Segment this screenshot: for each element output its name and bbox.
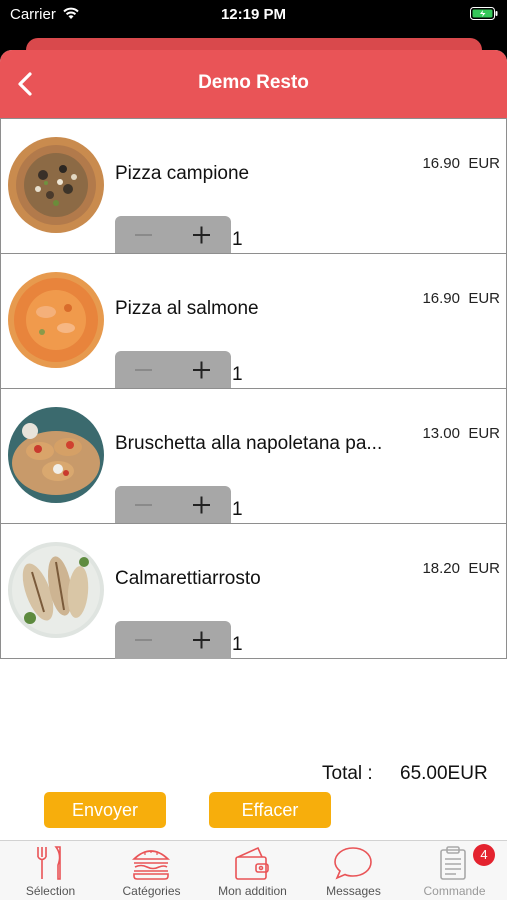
item-quantity: 1	[232, 499, 243, 520]
send-button[interactable]: Envoyer	[44, 792, 166, 828]
status-bar: Carrier 12:19 PM	[0, 0, 507, 30]
page-title: Demo Resto	[198, 72, 309, 93]
dish-photo	[8, 137, 104, 233]
dish-photo	[8, 272, 104, 368]
clipboard-icon	[440, 846, 466, 880]
order-item: Calmarettiarrosto 18.20 EUR 1	[0, 523, 507, 659]
tab-label: Commande	[423, 884, 486, 898]
plus-button[interactable]	[173, 351, 231, 389]
minus-button[interactable]	[115, 351, 173, 389]
order-item: Pizza al salmone 16.90 EUR 1	[0, 253, 507, 389]
item-price: 13.00 EUR	[422, 425, 500, 442]
tab-label: Sélection	[25, 884, 76, 898]
quantity-stepper	[115, 216, 231, 254]
tab-selection[interactable]: Sélection	[0, 841, 101, 900]
plus-button[interactable]	[173, 216, 231, 254]
total-value: 65.00EUR	[400, 763, 488, 784]
clear-button[interactable]: Effacer	[209, 792, 331, 828]
chat-bubble-icon	[334, 847, 372, 880]
item-price: 16.90 EUR	[422, 155, 500, 172]
minus-button[interactable]	[115, 486, 173, 524]
total-label: Total :	[322, 763, 373, 784]
tab-categories[interactable]: Catégories	[101, 841, 202, 900]
burger-icon	[131, 850, 171, 880]
plus-button[interactable]	[173, 486, 231, 524]
item-quantity: 1	[232, 634, 243, 655]
navbar: Demo Resto	[0, 50, 507, 118]
quantity-stepper	[115, 351, 231, 389]
battery-icon	[470, 7, 498, 20]
tab-bar: Sélection Catégories Mon addition Messag…	[0, 840, 507, 900]
order-item: Bruschetta alla napoletana pa... 13.00 E…	[0, 388, 507, 524]
item-name: Pizza campione	[115, 163, 250, 184]
item-quantity: 1	[232, 364, 243, 385]
dish-photo	[8, 407, 104, 503]
fork-knife-icon	[37, 846, 61, 880]
order-count-badge: 4	[473, 844, 495, 866]
item-price: 18.20 EUR	[422, 560, 500, 577]
quantity-stepper	[115, 486, 231, 524]
status-time: 12:19 PM	[220, 6, 287, 23]
tab-label: Messages	[326, 884, 381, 898]
item-price: 16.90 EUR	[422, 290, 500, 307]
tab-label: Catégories	[122, 884, 181, 898]
minus-button[interactable]	[115, 216, 173, 254]
order-sheet: Demo Resto Pizza campione 16.90 EUR 1 Pi…	[0, 50, 507, 900]
order-item: Pizza campione 16.90 EUR 1	[0, 118, 507, 254]
plus-button[interactable]	[173, 621, 231, 659]
tab-messages[interactable]: Messages	[303, 841, 404, 900]
item-name: Calmarettiarrosto	[115, 568, 261, 589]
tab-label: Mon addition	[218, 884, 287, 898]
wallet-icon	[235, 846, 269, 880]
item-name: Bruschetta alla napoletana pa...	[115, 433, 383, 454]
minus-button[interactable]	[115, 621, 173, 659]
dish-photo	[8, 542, 104, 638]
item-name: Pizza al salmone	[115, 298, 259, 319]
tab-mon-addition[interactable]: Mon addition	[202, 841, 303, 900]
quantity-stepper	[115, 621, 231, 659]
item-quantity: 1	[232, 229, 243, 250]
tab-commande[interactable]: 4 Commande	[404, 841, 505, 900]
